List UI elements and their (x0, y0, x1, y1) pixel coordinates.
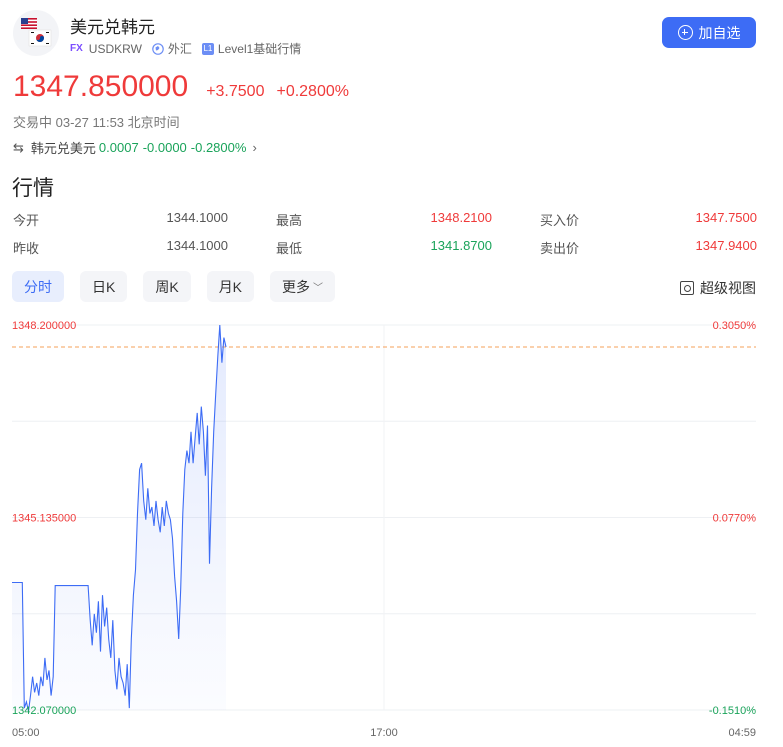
chart-period-tabs: 分时 日K 周K 月K 更多 ﹀ (12, 271, 351, 302)
super-view-icon (680, 281, 694, 295)
price-row: 1347.850000 +3.7500 +0.2800% (13, 70, 349, 104)
swap-icon: ⇆ (13, 139, 24, 155)
fx-badge: FX (70, 43, 83, 54)
tab-weekly[interactable]: 周K (143, 271, 191, 302)
high-label: 最高 (276, 213, 303, 228)
globe-icon (152, 42, 164, 55)
price-change: +3.7500 (206, 83, 265, 100)
add-watchlist-label: 加自选 (698, 24, 741, 41)
tab-label: 更多 (282, 278, 311, 295)
tab-label: 周K (155, 278, 179, 295)
tab-daily[interactable]: 日K (80, 271, 128, 302)
intraday-chart[interactable]: 1348.200000 1345.135000 1342.070000 0.30… (0, 310, 783, 747)
stats-row: 昨收 1344.1000 最低 1341.8700 卖出价 1347.9400 (13, 238, 757, 256)
header: 美元兑韩元 FX USDKRW 外汇 L1 Level1基础行情 加自选 (0, 0, 783, 64)
ask-value: 1347.9400 (695, 238, 757, 253)
y-right-label-top: 0.3050% (713, 320, 757, 332)
y-left-label-bottom: 1342.070000 (12, 705, 76, 717)
page-title: 美元兑韩元 (70, 18, 155, 37)
x-tick-label: 04:59 (728, 727, 756, 739)
prev-close-value: 1344.1000 (166, 238, 228, 253)
bid-label: 买入价 (540, 213, 580, 228)
market-label: 外汇 (167, 42, 192, 56)
plus-circle-icon (677, 25, 693, 40)
level-tag: L1 Level1基础行情 (201, 40, 302, 57)
usd-krw-flag-icon (13, 10, 59, 56)
chevron-down-icon: ﹀ (313, 283, 324, 294)
section-title: 行情 (12, 177, 54, 200)
super-view-button[interactable]: 超级视图 (680, 278, 756, 298)
tab-label: 分时 (24, 278, 52, 295)
tab-label: 月K (218, 278, 243, 295)
level-label: Level1基础行情 (217, 42, 302, 56)
x-tick-label: 05:00 (12, 727, 40, 739)
ask-label: 卖出价 (540, 241, 580, 256)
level1-icon: L1 (201, 42, 214, 55)
bid-value: 1347.7500 (695, 210, 757, 225)
market-tag: 外汇 (152, 40, 192, 57)
last-price: 1347.850000 (13, 70, 189, 103)
y-right-label-bottom: -0.1510% (709, 705, 756, 717)
trade-status: 交易中 03-27 11:53 北京时间 (13, 115, 180, 130)
inverse-price: 0.0007 (98, 140, 139, 155)
inverse-change-pct: -0.2800% (190, 140, 247, 155)
chevron-right-icon: › (252, 140, 257, 155)
super-view-label: 超级视图 (700, 280, 756, 296)
low-value: 1341.8700 (430, 238, 492, 253)
tab-monthly[interactable]: 月K (206, 271, 255, 302)
tab-label: 日K (92, 278, 116, 295)
open-value: 1344.1000 (166, 210, 228, 225)
inverse-change: -0.0000 (142, 140, 187, 155)
x-tick-label: 17:00 (370, 727, 398, 739)
code-tag: FX USDKRW (70, 42, 142, 56)
tab-intraday[interactable]: 分时 (12, 271, 64, 302)
inverse-pair-link[interactable]: ⇆ 韩元兑美元 0.0007 -0.0000 -0.2800% › (13, 138, 257, 157)
inverse-pair-label: 韩元兑美元 (30, 141, 96, 156)
low-label: 最低 (276, 241, 303, 256)
instrument-code: USDKRW (88, 41, 142, 56)
stats-row: 今开 1344.1000 最高 1348.2100 买入价 1347.7500 (13, 210, 757, 228)
y-right-label-mid: 0.0770% (713, 513, 757, 525)
instrument-meta: FX USDKRW 外汇 L1 Level1基础行情 (70, 40, 311, 57)
open-label: 今开 (13, 213, 40, 228)
prev-close-label: 昨收 (13, 241, 40, 256)
high-value: 1348.2100 (430, 210, 492, 225)
add-watchlist-button[interactable]: 加自选 (662, 17, 756, 48)
y-left-label-top: 1348.200000 (12, 320, 76, 332)
price-change-pct: +0.2800% (276, 83, 349, 100)
y-left-label-mid: 1345.135000 (12, 513, 76, 525)
tab-more[interactable]: 更多 ﹀ (270, 271, 336, 302)
